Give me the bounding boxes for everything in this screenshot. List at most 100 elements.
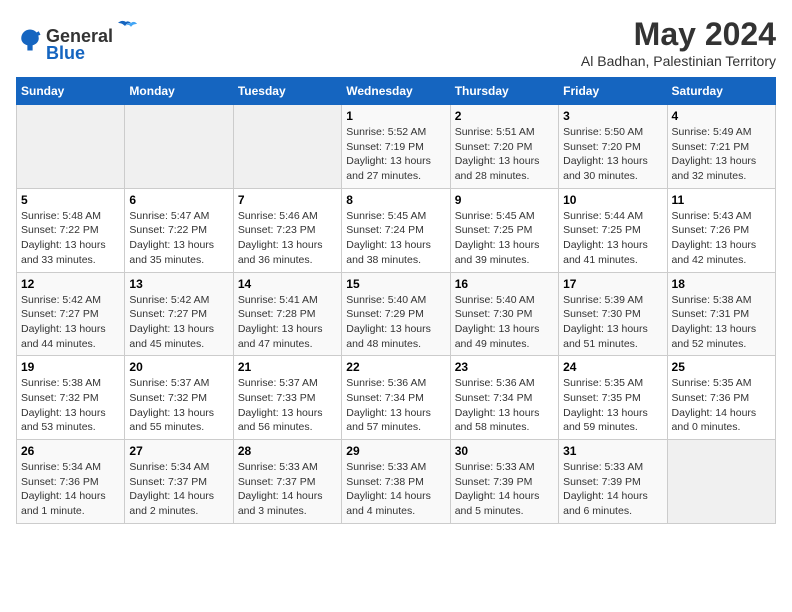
day-info: Sunrise: 5:44 AMSunset: 7:25 PMDaylight:… [563, 209, 662, 268]
calendar-cell: 6 Sunrise: 5:47 AMSunset: 7:22 PMDaylight… [125, 188, 233, 272]
day-info: Sunrise: 5:38 AMSunset: 7:32 PMDaylight:… [21, 376, 120, 435]
day-number: 5 [21, 193, 120, 207]
calendar-cell [17, 105, 125, 189]
day-info: Sunrise: 5:45 AMSunset: 7:24 PMDaylight:… [346, 209, 445, 268]
calendar-header-row: SundayMondayTuesdayWednesdayThursdayFrid… [17, 78, 776, 105]
calendar-cell: 14Sunrise: 5:41 AMSunset: 7:28 PMDayligh… [233, 272, 341, 356]
day-number: 9 [455, 193, 554, 207]
day-number: 10 [563, 193, 662, 207]
day-info: Sunrise: 5:42 AMSunset: 7:27 PMDaylight:… [129, 293, 228, 352]
calendar-cell [125, 105, 233, 189]
calendar-cell: 29Sunrise: 5:33 AMSunset: 7:38 PMDayligh… [342, 440, 450, 524]
calendar-cell [667, 440, 775, 524]
day-info: Sunrise: 5:49 AMSunset: 7:21 PMDaylight:… [672, 125, 771, 184]
day-info: Sunrise: 5:33 AMSunset: 7:37 PMDaylight:… [238, 460, 337, 519]
day-of-week-header: Saturday [667, 78, 775, 105]
day-number: 19 [21, 360, 120, 374]
calendar-cell: 4 Sunrise: 5:49 AMSunset: 7:21 PMDaylight… [667, 105, 775, 189]
calendar-cell: 19 Sunrise: 5:38 AMSunset: 7:32 PMDayligh… [17, 356, 125, 440]
day-number: 15 [346, 277, 445, 291]
day-number: 21 [238, 360, 337, 374]
day-info: Sunrise: 5:51 AMSunset: 7:20 PMDaylight:… [455, 125, 554, 184]
logo-bird-icon [113, 16, 139, 42]
calendar-week-row: 19 Sunrise: 5:38 AMSunset: 7:32 PMDayligh… [17, 356, 776, 440]
calendar-cell: 11 Sunrise: 5:43 AMSunset: 7:26 PMDayligh… [667, 188, 775, 272]
calendar-cell: 22 Sunrise: 5:36 AMSunset: 7:34 PMDayligh… [342, 356, 450, 440]
day-number: 22 [346, 360, 445, 374]
day-info: Sunrise: 5:50 AMSunset: 7:20 PMDaylight:… [563, 125, 662, 184]
calendar-week-row: 26 Sunrise: 5:34 AMSunset: 7:36 PMDayligh… [17, 440, 776, 524]
day-info: Sunrise: 5:35 AMSunset: 7:36 PMDaylight:… [672, 376, 771, 435]
day-number: 28 [238, 444, 337, 458]
day-info: Sunrise: 5:46 AMSunset: 7:23 PMDaylight:… [238, 209, 337, 268]
month-year-title: May 2024 [581, 16, 776, 53]
day-number: 16 [455, 277, 554, 291]
logo-text: General Blue [46, 16, 139, 64]
calendar-cell: 27Sunrise: 5:34 AMSunset: 7:37 PMDayligh… [125, 440, 233, 524]
title-block: May 2024 Al Badhan, Palestinian Territor… [581, 16, 776, 69]
calendar-cell: 18 Sunrise: 5:38 AMSunset: 7:31 PMDayligh… [667, 272, 775, 356]
logo-icon [16, 26, 44, 54]
day-number: 3 [563, 109, 662, 123]
calendar-cell: 20 Sunrise: 5:37 AMSunset: 7:32 PMDayligh… [125, 356, 233, 440]
day-info: Sunrise: 5:36 AMSunset: 7:34 PMDaylight:… [346, 376, 445, 435]
day-info: Sunrise: 5:37 AMSunset: 7:32 PMDaylight:… [129, 376, 228, 435]
day-info: Sunrise: 5:39 AMSunset: 7:30 PMDaylight:… [563, 293, 662, 352]
day-of-week-header: Sunday [17, 78, 125, 105]
calendar-week-row: 12Sunrise: 5:42 AMSunset: 7:27 PMDayligh… [17, 272, 776, 356]
calendar-week-row: 1Sunrise: 5:52 AMSunset: 7:19 PMDaylight… [17, 105, 776, 189]
calendar-cell: 1Sunrise: 5:52 AMSunset: 7:19 PMDaylight… [342, 105, 450, 189]
day-number: 27 [129, 444, 228, 458]
calendar-cell: 8Sunrise: 5:45 AMSunset: 7:24 PMDaylight… [342, 188, 450, 272]
calendar-cell: 5Sunrise: 5:48 AMSunset: 7:22 PMDaylight… [17, 188, 125, 272]
day-of-week-header: Monday [125, 78, 233, 105]
day-number: 31 [563, 444, 662, 458]
day-number: 18 [672, 277, 771, 291]
calendar-cell: 24Sunrise: 5:35 AMSunset: 7:35 PMDayligh… [559, 356, 667, 440]
day-info: Sunrise: 5:33 AMSunset: 7:39 PMDaylight:… [563, 460, 662, 519]
day-number: 29 [346, 444, 445, 458]
day-number: 13 [129, 277, 228, 291]
calendar-cell: 31 Sunrise: 5:33 AMSunset: 7:39 PMDayligh… [559, 440, 667, 524]
calendar-cell: 9 Sunrise: 5:45 AMSunset: 7:25 PMDaylight… [450, 188, 558, 272]
calendar-cell: 23Sunrise: 5:36 AMSunset: 7:34 PMDayligh… [450, 356, 558, 440]
day-number: 2 [455, 109, 554, 123]
location-subtitle: Al Badhan, Palestinian Territory [581, 53, 776, 69]
day-number: 4 [672, 109, 771, 123]
day-info: Sunrise: 5:47 AMSunset: 7:22 PMDaylight:… [129, 209, 228, 268]
day-info: Sunrise: 5:40 AMSunset: 7:29 PMDaylight:… [346, 293, 445, 352]
day-of-week-header: Tuesday [233, 78, 341, 105]
calendar-week-row: 5Sunrise: 5:48 AMSunset: 7:22 PMDaylight… [17, 188, 776, 272]
day-number: 6 [129, 193, 228, 207]
calendar-cell: 15 Sunrise: 5:40 AMSunset: 7:29 PMDayligh… [342, 272, 450, 356]
day-of-week-header: Wednesday [342, 78, 450, 105]
day-info: Sunrise: 5:40 AMSunset: 7:30 PMDaylight:… [455, 293, 554, 352]
calendar-cell: 7 Sunrise: 5:46 AMSunset: 7:23 PMDaylight… [233, 188, 341, 272]
day-number: 20 [129, 360, 228, 374]
calendar-cell: 28 Sunrise: 5:33 AMSunset: 7:37 PMDayligh… [233, 440, 341, 524]
day-info: Sunrise: 5:35 AMSunset: 7:35 PMDaylight:… [563, 376, 662, 435]
day-of-week-header: Friday [559, 78, 667, 105]
calendar-cell: 17 Sunrise: 5:39 AMSunset: 7:30 PMDayligh… [559, 272, 667, 356]
calendar-cell: 26 Sunrise: 5:34 AMSunset: 7:36 PMDayligh… [17, 440, 125, 524]
day-info: Sunrise: 5:42 AMSunset: 7:27 PMDaylight:… [21, 293, 120, 352]
day-number: 26 [21, 444, 120, 458]
day-info: Sunrise: 5:41 AMSunset: 7:28 PMDaylight:… [238, 293, 337, 352]
day-of-week-header: Thursday [450, 78, 558, 105]
day-info: Sunrise: 5:37 AMSunset: 7:33 PMDaylight:… [238, 376, 337, 435]
calendar-cell: 25Sunrise: 5:35 AMSunset: 7:36 PMDayligh… [667, 356, 775, 440]
day-number: 30 [455, 444, 554, 458]
day-number: 17 [563, 277, 662, 291]
day-info: Sunrise: 5:36 AMSunset: 7:34 PMDaylight:… [455, 376, 554, 435]
day-number: 1 [346, 109, 445, 123]
day-number: 11 [672, 193, 771, 207]
day-number: 7 [238, 193, 337, 207]
day-info: Sunrise: 5:34 AMSunset: 7:36 PMDaylight:… [21, 460, 120, 519]
calendar-cell: 10 Sunrise: 5:44 AMSunset: 7:25 PMDayligh… [559, 188, 667, 272]
logo: General Blue [16, 16, 139, 64]
calendar-table: SundayMondayTuesdayWednesdayThursdayFrid… [16, 77, 776, 524]
day-info: Sunrise: 5:38 AMSunset: 7:31 PMDaylight:… [672, 293, 771, 352]
day-info: Sunrise: 5:45 AMSunset: 7:25 PMDaylight:… [455, 209, 554, 268]
day-info: Sunrise: 5:43 AMSunset: 7:26 PMDaylight:… [672, 209, 771, 268]
calendar-cell: 30Sunrise: 5:33 AMSunset: 7:39 PMDayligh… [450, 440, 558, 524]
